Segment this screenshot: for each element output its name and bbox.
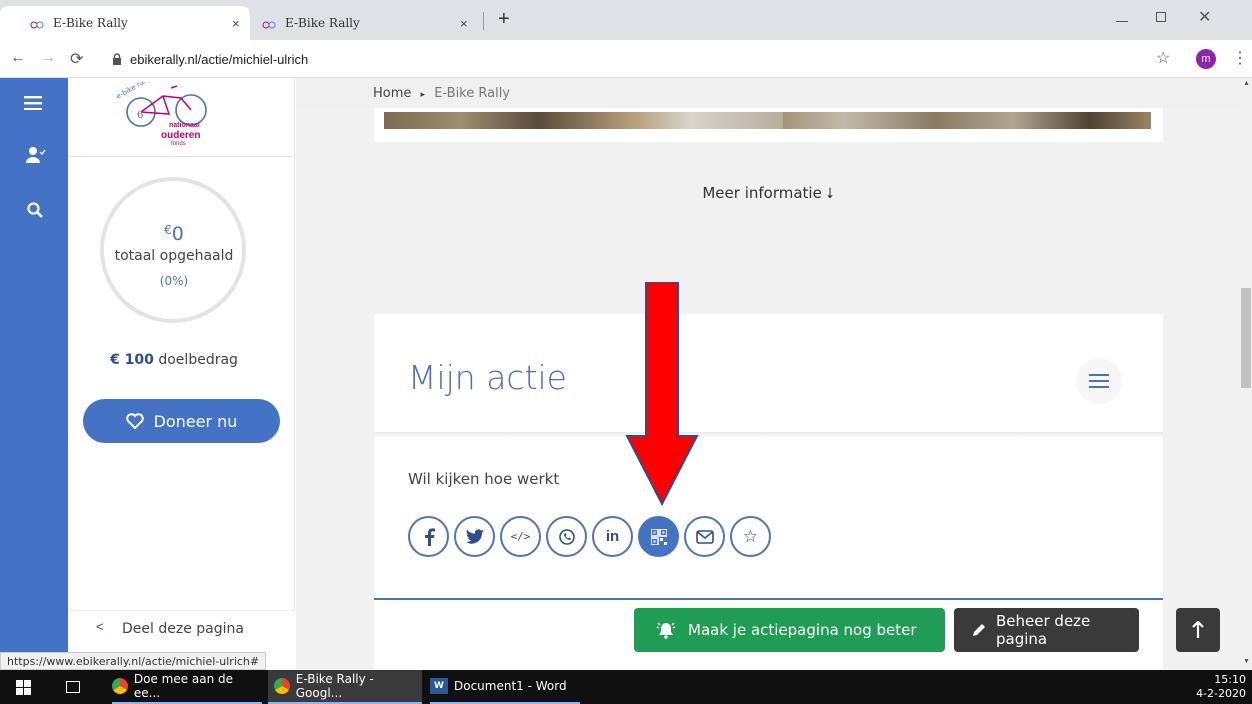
tab-title: E-Bike Rally [53, 16, 128, 30]
logo-text-ouderen: ouderen [161, 130, 201, 141]
taskbar-item-word[interactable]: W Document1 - Word [430, 670, 580, 704]
chrome-icon [112, 678, 128, 694]
address-bar: ← → ⟳ ebikerally.nl/actie/michiel-ulrich… [0, 40, 1252, 78]
card-divider [374, 432, 1163, 438]
manage-page-label: Beheer deze pagina [996, 612, 1091, 648]
hamburger-menu-icon[interactable] [24, 96, 42, 110]
logo-text-nationaal: nationaal [169, 122, 200, 129]
header-photo [384, 112, 1151, 129]
email-icon[interactable] [684, 516, 725, 557]
ebike-rally-logo[interactable]: 6 e-bike rally nationaal ouderen fonds [111, 82, 221, 150]
goal-label: doelbedrag [158, 352, 238, 368]
sidebar-divider [68, 156, 294, 157]
card-description: Wil kijken hoe werkt [408, 470, 560, 488]
total-raised-label: totaal opgehaald [114, 248, 234, 264]
taskbar-item-label: E-Bike Rally - Googl... [295, 672, 374, 700]
goal-value: € 100 [110, 352, 154, 368]
restore-window-icon[interactable] [1156, 12, 1166, 22]
status-bar-url: https://www.ebikerally.nl/actie/michiel-… [0, 652, 267, 670]
tab-divider [483, 12, 484, 30]
user-login-icon[interactable] [26, 146, 46, 164]
logo-text-fonds: fonds [171, 141, 186, 147]
profile-avatar[interactable]: m [1196, 49, 1216, 69]
facebook-icon[interactable] [408, 516, 449, 557]
star-icon[interactable]: ☆ [730, 516, 771, 557]
card-menu-button[interactable] [1076, 358, 1122, 404]
url-text: ebikerally.nl/actie/michiel-ulrich [130, 51, 309, 67]
card-bottom-border [374, 598, 1163, 600]
minimize-window-icon[interactable] [1116, 6, 1128, 22]
taskbar-item-chrome-1[interactable]: Doe mee aan de ee... [112, 670, 262, 704]
svg-text:6: 6 [137, 110, 143, 121]
new-tab-button[interactable]: + [498, 8, 510, 31]
breadcrumb: Home ▸ E-Bike Rally [296, 78, 1240, 108]
scroll-down-icon[interactable]: ▼ [1243, 658, 1250, 665]
taskbar-item-label: Document1 - Word [454, 679, 567, 693]
scrollbar-thumb[interactable] [1241, 288, 1251, 388]
left-rail [0, 78, 68, 670]
more-info-link[interactable]: Meer informatie ⭣ [296, 184, 1240, 202]
bell-icon [656, 621, 676, 639]
currency-symbol: € [164, 223, 172, 237]
ebike-favicon-icon [30, 16, 44, 30]
header-image-card [374, 108, 1163, 142]
search-icon[interactable] [27, 202, 43, 218]
arrow-up-icon [1192, 621, 1204, 638]
vertical-scrollbar[interactable]: ▲ ▼ [1240, 78, 1252, 670]
progress-percent: (0%) [159, 274, 189, 288]
forward-arrow-icon[interactable]: → [40, 49, 56, 67]
browser-tab-2[interactable]: E-Bike Rally × [250, 6, 485, 40]
browser-tab-1[interactable]: E-Bike Rally × [0, 6, 250, 40]
twitter-icon[interactable] [454, 516, 495, 557]
tab-strip: E-Bike Rally × E-Bike Rally × + ✕ [0, 0, 1252, 40]
card-title: Mijn actie [408, 358, 567, 397]
share-icon: < [96, 619, 104, 634]
lock-icon [112, 53, 122, 65]
scroll-up-icon[interactable]: ▲ [1243, 80, 1250, 87]
system-clock[interactable]: 15:10 4-2-2020 [1190, 673, 1246, 701]
raised-amount: €0 [68, 223, 280, 245]
svg-text:e-bike rally: e-bike rally [115, 82, 153, 101]
word-icon: W [430, 678, 448, 694]
windows-start-icon[interactable] [16, 680, 31, 695]
taskbar-item-label: Doe mee aan de ee... [133, 672, 234, 700]
chrome-icon [274, 678, 290, 694]
reload-icon[interactable]: ⟳ [70, 49, 83, 69]
sidebar: 6 e-bike rally nationaal ouderen fonds €… [68, 78, 295, 670]
clock-date: 4-2-2020 [1196, 687, 1246, 700]
task-view-icon[interactable] [66, 681, 80, 693]
tab-title: E-Bike Rally [285, 16, 360, 30]
linkedin-icon[interactable]: in [592, 516, 633, 557]
url-field[interactable]: ebikerally.nl/actie/michiel-ulrich [112, 44, 1182, 74]
share-page-label: Deel deze pagina [122, 621, 244, 637]
whatsapp-icon[interactable] [546, 516, 587, 557]
breadcrumb-separator-icon: ▸ [420, 90, 426, 100]
chrome-menu-icon[interactable]: ⋮ [1232, 48, 1248, 68]
improve-page-label: Maak je actiepagina nog beter [688, 621, 917, 639]
qr-code-icon[interactable] [638, 516, 679, 557]
scroll-to-top-button[interactable] [1176, 608, 1220, 652]
pencil-icon [972, 623, 986, 637]
improve-page-button[interactable]: Maak je actiepagina nog beter [634, 608, 945, 652]
taskbar-item-chrome-2[interactable]: E-Bike Rally - Googl... [268, 670, 422, 704]
goal-amount: € 100 doelbedrag [68, 352, 280, 368]
main-content: Home ▸ E-Bike Rally Meer informatie ⭣ Mi… [296, 78, 1240, 670]
amount-value: 0 [171, 223, 184, 245]
windows-taskbar: Doe mee aan de ee... E-Bike Rally - Goog… [0, 670, 1252, 704]
close-tab-icon[interactable]: × [460, 16, 468, 31]
heart-icon [125, 413, 144, 429]
bookmark-star-icon[interactable]: ☆ [1156, 48, 1170, 68]
clock-time: 15:10 [1214, 673, 1246, 686]
close-window-icon[interactable]: ✕ [1198, 7, 1211, 27]
donate-label: Doneer nu [153, 411, 238, 431]
red-annotation-arrow [625, 282, 699, 508]
breadcrumb-home[interactable]: Home [373, 86, 411, 101]
close-tab-icon[interactable]: × [232, 16, 240, 31]
breadcrumb-current: E-Bike Rally [434, 86, 511, 101]
manage-page-button[interactable]: Beheer deze pagina [954, 608, 1139, 652]
ebike-favicon-icon [262, 16, 276, 30]
donate-button[interactable]: Doneer nu [83, 399, 280, 443]
back-arrow-icon[interactable]: ← [10, 49, 26, 67]
embed-code-icon[interactable]: </> [500, 516, 541, 557]
